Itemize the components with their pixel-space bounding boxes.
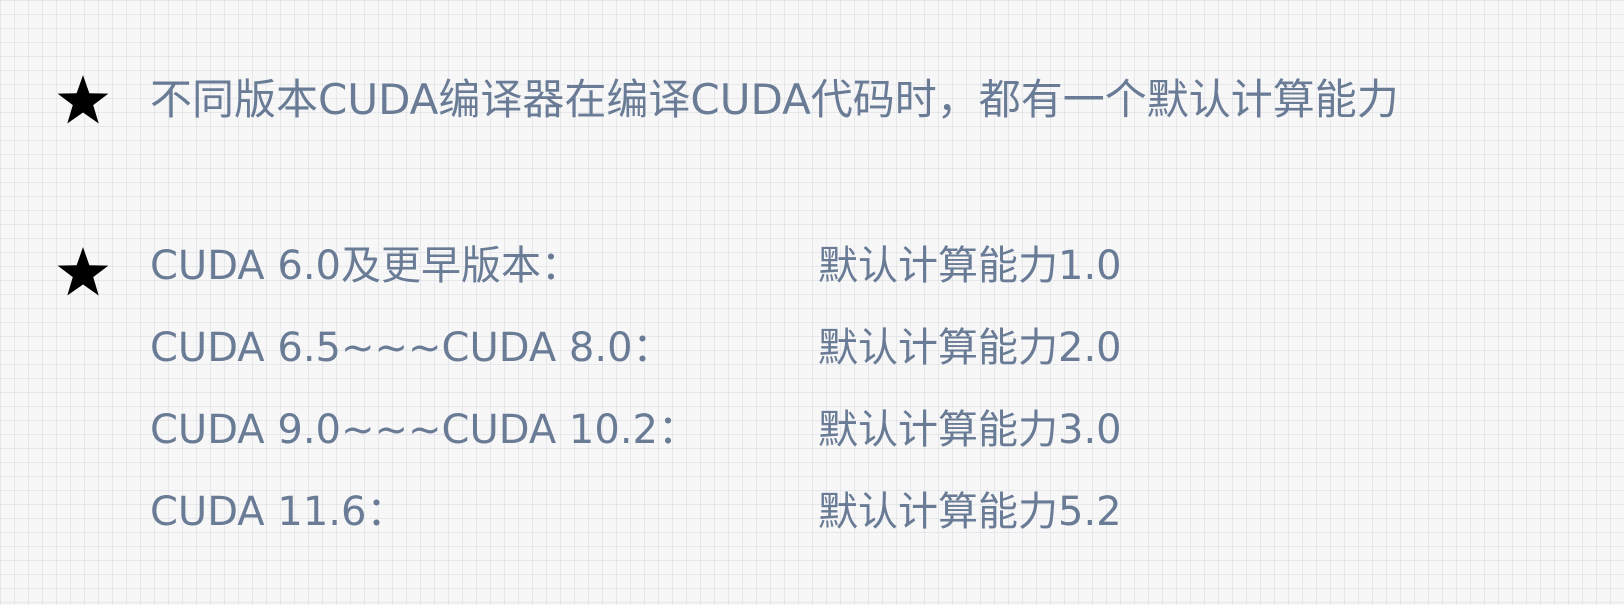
star-icon xyxy=(55,244,111,300)
headline-text: 不同版本CUDA编译器在编译CUDA代码时，都有一个默认计算能力 xyxy=(150,75,1399,124)
cuda-version-label: CUDA 6.5~~~CUDA 8.0： xyxy=(150,325,673,371)
cuda-version-label: CUDA 11.6： xyxy=(150,489,407,535)
star-icon xyxy=(55,72,111,128)
default-capability-value: 默认计算能力2.0 xyxy=(818,325,1122,371)
default-capability-value: 默认计算能力5.2 xyxy=(818,489,1122,535)
default-capability-value: 默认计算能力3.0 xyxy=(818,407,1122,453)
default-capability-value: 默认计算能力1.0 xyxy=(818,243,1122,289)
cuda-version-label: CUDA 9.0~~~CUDA 10.2： xyxy=(150,407,698,453)
slide: 不同版本CUDA编译器在编译CUDA代码时，都有一个默认计算能力 CUDA 6.… xyxy=(0,0,1624,605)
cuda-version-label: CUDA 6.0及更早版本： xyxy=(150,243,581,289)
